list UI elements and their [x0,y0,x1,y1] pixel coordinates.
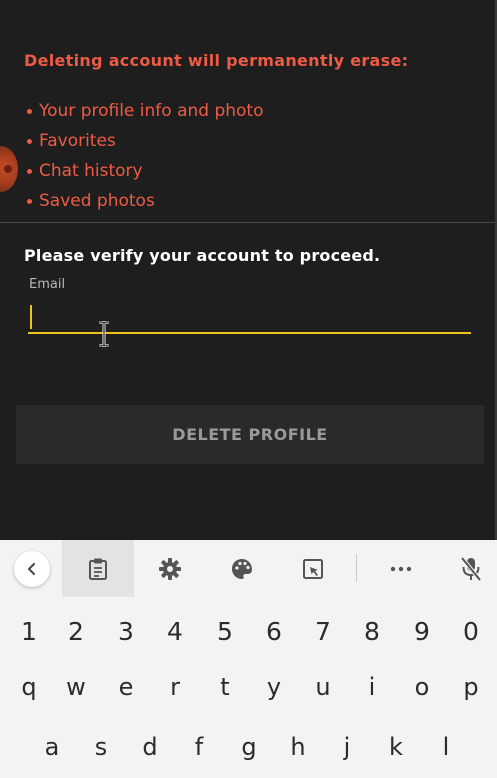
bullet-icon [27,138,32,144]
bullet-icon [27,168,32,174]
screenshot-edit-icon[interactable] [288,540,338,597]
bubble-core [4,165,12,173]
key-8[interactable]: 8 [352,603,392,659]
verify-title: Please verify your account to proceed. [24,246,381,265]
erase-list-item: Your profile info and photo [24,96,264,126]
key-5[interactable]: 5 [205,603,245,659]
key-6[interactable]: 6 [254,603,294,659]
toolbar-separator [356,554,357,582]
key-7[interactable]: 7 [303,603,343,659]
key-p[interactable]: p [451,659,491,715]
section-divider [0,222,495,223]
key-w[interactable]: w [56,659,96,715]
key-o[interactable]: o [402,659,442,715]
text-caret [30,305,32,329]
key-q[interactable]: q [9,659,49,715]
floating-bubble-handle[interactable] [0,146,18,192]
key-a[interactable]: a [32,719,72,775]
clipboard-icon[interactable] [73,540,123,597]
erase-list-item: Chat history [24,156,264,186]
ibeam-cursor-icon [99,321,109,347]
key-0[interactable]: 0 [451,603,491,659]
key-g[interactable]: g [229,719,269,775]
key-s[interactable]: s [81,719,121,775]
erase-item-label: Saved photos [39,191,155,211]
keyboard-toolbar [0,540,497,597]
erase-item-label: Favorites [39,131,116,151]
email-label: Email [29,277,66,292]
soft-keyboard: 1 2 3 4 5 6 7 8 9 0 q w e r t y u i o p … [0,540,497,778]
gear-icon[interactable] [145,540,195,597]
app-screen: Deleting account will permanently erase:… [0,0,497,540]
erase-warning-title: Deleting account will permanently erase: [24,51,409,70]
erase-item-label: Chat history [39,161,143,181]
bullet-icon [27,198,32,204]
key-e[interactable]: e [106,659,146,715]
keyboard-asdf-row: a s d f g h j k l [0,719,497,775]
key-i[interactable]: i [352,659,392,715]
keyboard-qwerty-row: q w e r t y u i o p [0,659,497,715]
email-field[interactable] [28,300,471,334]
erase-list: Your profile info and photo Favorites Ch… [24,96,264,216]
bullet-icon [27,108,32,114]
key-t[interactable]: t [205,659,245,715]
keyboard-number-row: 1 2 3 4 5 6 7 8 9 0 [0,603,497,659]
key-j[interactable]: j [327,719,367,775]
key-2[interactable]: 2 [56,603,96,659]
key-l[interactable]: l [426,719,466,775]
key-h[interactable]: h [278,719,318,775]
key-3[interactable]: 3 [106,603,146,659]
mic-off-icon[interactable] [446,540,496,597]
key-f[interactable]: f [179,719,219,775]
key-y[interactable]: y [254,659,294,715]
erase-list-item: Favorites [24,126,264,156]
key-1[interactable]: 1 [9,603,49,659]
key-r[interactable]: r [155,659,195,715]
key-4[interactable]: 4 [155,603,195,659]
key-d[interactable]: d [130,719,170,775]
delete-profile-button[interactable]: DELETE PROFILE [16,405,484,464]
more-icon[interactable] [376,540,426,597]
key-u[interactable]: u [303,659,343,715]
erase-item-label: Your profile info and photo [39,101,264,121]
erase-list-item: Saved photos [24,186,264,216]
palette-icon[interactable] [217,540,267,597]
key-k[interactable]: k [376,719,416,775]
back-icon[interactable] [14,551,50,587]
key-9[interactable]: 9 [402,603,442,659]
